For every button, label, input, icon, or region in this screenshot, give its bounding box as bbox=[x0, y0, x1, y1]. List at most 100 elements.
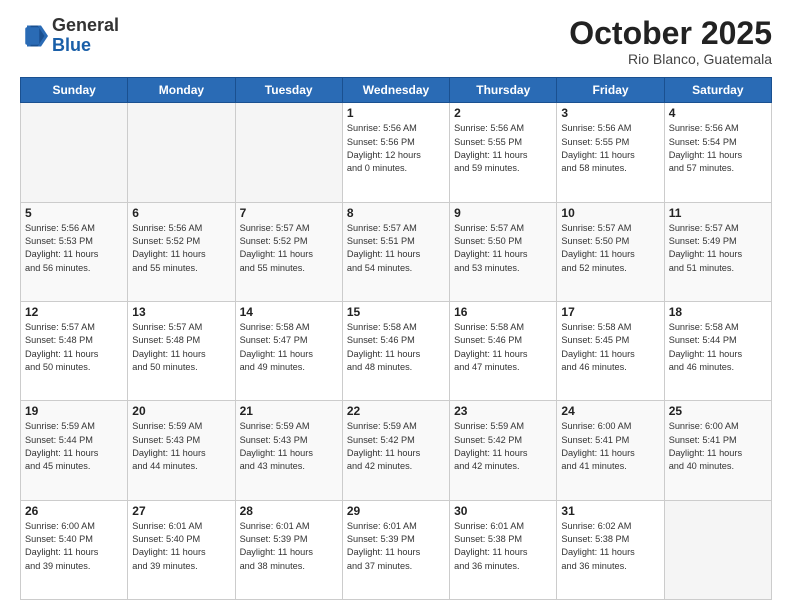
calendar-cell: 18Sunrise: 5:58 AM Sunset: 5:44 PM Dayli… bbox=[664, 301, 771, 400]
calendar-cell: 3Sunrise: 5:56 AM Sunset: 5:55 PM Daylig… bbox=[557, 103, 664, 202]
day-number: 1 bbox=[347, 106, 445, 120]
location: Rio Blanco, Guatemala bbox=[569, 51, 772, 67]
day-info: Sunrise: 5:58 AM Sunset: 5:45 PM Dayligh… bbox=[561, 321, 659, 374]
day-number: 26 bbox=[25, 504, 123, 518]
day-info: Sunrise: 5:57 AM Sunset: 5:48 PM Dayligh… bbox=[25, 321, 123, 374]
calendar-cell: 19 Sunrise: 5:59 AM Sunset: 5:44 PM Dayli… bbox=[21, 401, 128, 500]
page: General Blue October 2025 Rio Blanco, Gu… bbox=[0, 0, 792, 612]
day-number: 17 bbox=[561, 305, 659, 319]
day-info: Sunrise: 5:59 AM Sunset: 5:43 PM Dayligh… bbox=[240, 420, 338, 473]
calendar-cell: 15 Sunrise: 5:58 AM Sunset: 5:46 PM Dayli… bbox=[342, 301, 449, 400]
calendar-cell: 26 Sunrise: 6:00 AM Sunset: 5:40 PM Dayli… bbox=[21, 500, 128, 599]
day-info: Sunrise: 5:59 AM Sunset: 5:44 PM Dayligh… bbox=[25, 420, 123, 473]
day-info: Sunrise: 5:56 AM Sunset: 5:54 PM Dayligh… bbox=[669, 122, 767, 175]
day-info: Sunrise: 5:58 AM Sunset: 5:46 PM Dayligh… bbox=[454, 321, 552, 374]
day-number: 5 bbox=[25, 206, 123, 220]
day-info: Sunrise: 6:01 AM Sunset: 5:39 PM Dayligh… bbox=[240, 520, 338, 573]
day-info: Sunrise: 5:59 AM Sunset: 5:42 PM Dayligh… bbox=[347, 420, 445, 473]
day-info: Sunrise: 5:57 AM Sunset: 5:49 PM Dayligh… bbox=[669, 222, 767, 275]
calendar-cell: 28 Sunrise: 6:01 AM Sunset: 5:39 PM Dayli… bbox=[235, 500, 342, 599]
calendar-cell: 27 Sunrise: 6:01 AM Sunset: 5:40 PM Dayli… bbox=[128, 500, 235, 599]
day-header-friday: Friday bbox=[557, 78, 664, 103]
calendar-cell: 25 Sunrise: 6:00 AM Sunset: 5:41 PM Dayli… bbox=[664, 401, 771, 500]
calendar-week-0: 1 Sunrise: 5:56 AM Sunset: 5:56 PM Daylig… bbox=[21, 103, 772, 202]
day-info: Sunrise: 5:57 AM Sunset: 5:52 PM Dayligh… bbox=[240, 222, 338, 275]
day-info: Sunrise: 5:57 AM Sunset: 5:50 PM Dayligh… bbox=[454, 222, 552, 275]
calendar-week-4: 26 Sunrise: 6:00 AM Sunset: 5:40 PM Dayli… bbox=[21, 500, 772, 599]
calendar-week-1: 5Sunrise: 5:56 AM Sunset: 5:53 PM Daylig… bbox=[21, 202, 772, 301]
calendar-cell: 14 Sunrise: 5:58 AM Sunset: 5:47 PM Dayli… bbox=[235, 301, 342, 400]
logo-blue-text: Blue bbox=[52, 35, 91, 55]
day-header-monday: Monday bbox=[128, 78, 235, 103]
calendar-header-row: SundayMondayTuesdayWednesdayThursdayFrid… bbox=[21, 78, 772, 103]
calendar-table: SundayMondayTuesdayWednesdayThursdayFrid… bbox=[20, 77, 772, 600]
calendar-cell: 8Sunrise: 5:57 AM Sunset: 5:51 PM Daylig… bbox=[342, 202, 449, 301]
calendar-cell bbox=[128, 103, 235, 202]
day-number: 8 bbox=[347, 206, 445, 220]
day-number: 25 bbox=[669, 404, 767, 418]
day-info: Sunrise: 5:56 AM Sunset: 5:52 PM Dayligh… bbox=[132, 222, 230, 275]
day-number: 29 bbox=[347, 504, 445, 518]
day-number: 24 bbox=[561, 404, 659, 418]
calendar-cell: 17 Sunrise: 5:58 AM Sunset: 5:45 PM Dayli… bbox=[557, 301, 664, 400]
calendar-cell: 22 Sunrise: 5:59 AM Sunset: 5:42 PM Dayli… bbox=[342, 401, 449, 500]
day-info: Sunrise: 6:01 AM Sunset: 5:38 PM Dayligh… bbox=[454, 520, 552, 573]
title-block: October 2025 Rio Blanco, Guatemala bbox=[569, 16, 772, 67]
day-number: 20 bbox=[132, 404, 230, 418]
day-info: Sunrise: 5:59 AM Sunset: 5:43 PM Dayligh… bbox=[132, 420, 230, 473]
logo-general-text: General bbox=[52, 15, 119, 35]
day-number: 11 bbox=[669, 206, 767, 220]
calendar-cell: 13 Sunrise: 5:57 AM Sunset: 5:48 PM Dayli… bbox=[128, 301, 235, 400]
day-info: Sunrise: 5:57 AM Sunset: 5:50 PM Dayligh… bbox=[561, 222, 659, 275]
day-number: 22 bbox=[347, 404, 445, 418]
calendar-cell: 6 Sunrise: 5:56 AM Sunset: 5:52 PM Daylig… bbox=[128, 202, 235, 301]
day-header-thursday: Thursday bbox=[450, 78, 557, 103]
day-number: 15 bbox=[347, 305, 445, 319]
calendar-cell: 7 Sunrise: 5:57 AM Sunset: 5:52 PM Daylig… bbox=[235, 202, 342, 301]
day-header-tuesday: Tuesday bbox=[235, 78, 342, 103]
day-info: Sunrise: 5:57 AM Sunset: 5:48 PM Dayligh… bbox=[132, 321, 230, 374]
calendar-cell: 30 Sunrise: 6:01 AM Sunset: 5:38 PM Dayli… bbox=[450, 500, 557, 599]
day-info: Sunrise: 5:56 AM Sunset: 5:56 PM Dayligh… bbox=[347, 122, 445, 175]
day-header-sunday: Sunday bbox=[21, 78, 128, 103]
logo: General Blue bbox=[20, 16, 119, 56]
calendar-cell bbox=[21, 103, 128, 202]
day-number: 19 bbox=[25, 404, 123, 418]
day-number: 4 bbox=[669, 106, 767, 120]
day-info: Sunrise: 5:59 AM Sunset: 5:42 PM Dayligh… bbox=[454, 420, 552, 473]
day-number: 7 bbox=[240, 206, 338, 220]
calendar-cell: 21 Sunrise: 5:59 AM Sunset: 5:43 PM Dayli… bbox=[235, 401, 342, 500]
day-number: 6 bbox=[132, 206, 230, 220]
header: General Blue October 2025 Rio Blanco, Gu… bbox=[20, 16, 772, 67]
day-info: Sunrise: 6:00 AM Sunset: 5:40 PM Dayligh… bbox=[25, 520, 123, 573]
day-info: Sunrise: 5:56 AM Sunset: 5:55 PM Dayligh… bbox=[561, 122, 659, 175]
day-number: 2 bbox=[454, 106, 552, 120]
day-number: 28 bbox=[240, 504, 338, 518]
day-number: 30 bbox=[454, 504, 552, 518]
day-info: Sunrise: 6:02 AM Sunset: 5:38 PM Dayligh… bbox=[561, 520, 659, 573]
calendar-cell: 11 Sunrise: 5:57 AM Sunset: 5:49 PM Dayli… bbox=[664, 202, 771, 301]
day-header-wednesday: Wednesday bbox=[342, 78, 449, 103]
calendar-cell: 20 Sunrise: 5:59 AM Sunset: 5:43 PM Dayli… bbox=[128, 401, 235, 500]
day-number: 10 bbox=[561, 206, 659, 220]
day-number: 27 bbox=[132, 504, 230, 518]
day-header-saturday: Saturday bbox=[664, 78, 771, 103]
day-number: 18 bbox=[669, 305, 767, 319]
calendar-week-3: 19 Sunrise: 5:59 AM Sunset: 5:44 PM Dayli… bbox=[21, 401, 772, 500]
day-number: 31 bbox=[561, 504, 659, 518]
day-info: Sunrise: 6:01 AM Sunset: 5:40 PM Dayligh… bbox=[132, 520, 230, 573]
day-info: Sunrise: 5:58 AM Sunset: 5:47 PM Dayligh… bbox=[240, 321, 338, 374]
calendar-cell: 29Sunrise: 6:01 AM Sunset: 5:39 PM Dayli… bbox=[342, 500, 449, 599]
calendar-cell bbox=[235, 103, 342, 202]
day-number: 23 bbox=[454, 404, 552, 418]
day-info: Sunrise: 6:00 AM Sunset: 5:41 PM Dayligh… bbox=[669, 420, 767, 473]
day-info: Sunrise: 5:58 AM Sunset: 5:46 PM Dayligh… bbox=[347, 321, 445, 374]
day-number: 13 bbox=[132, 305, 230, 319]
calendar-cell: 31 Sunrise: 6:02 AM Sunset: 5:38 PM Dayli… bbox=[557, 500, 664, 599]
calendar-cell bbox=[664, 500, 771, 599]
calendar-cell: 23 Sunrise: 5:59 AM Sunset: 5:42 PM Dayli… bbox=[450, 401, 557, 500]
logo-icon bbox=[20, 22, 48, 50]
calendar-cell: 24Sunrise: 6:00 AM Sunset: 5:41 PM Dayli… bbox=[557, 401, 664, 500]
day-number: 21 bbox=[240, 404, 338, 418]
day-number: 14 bbox=[240, 305, 338, 319]
